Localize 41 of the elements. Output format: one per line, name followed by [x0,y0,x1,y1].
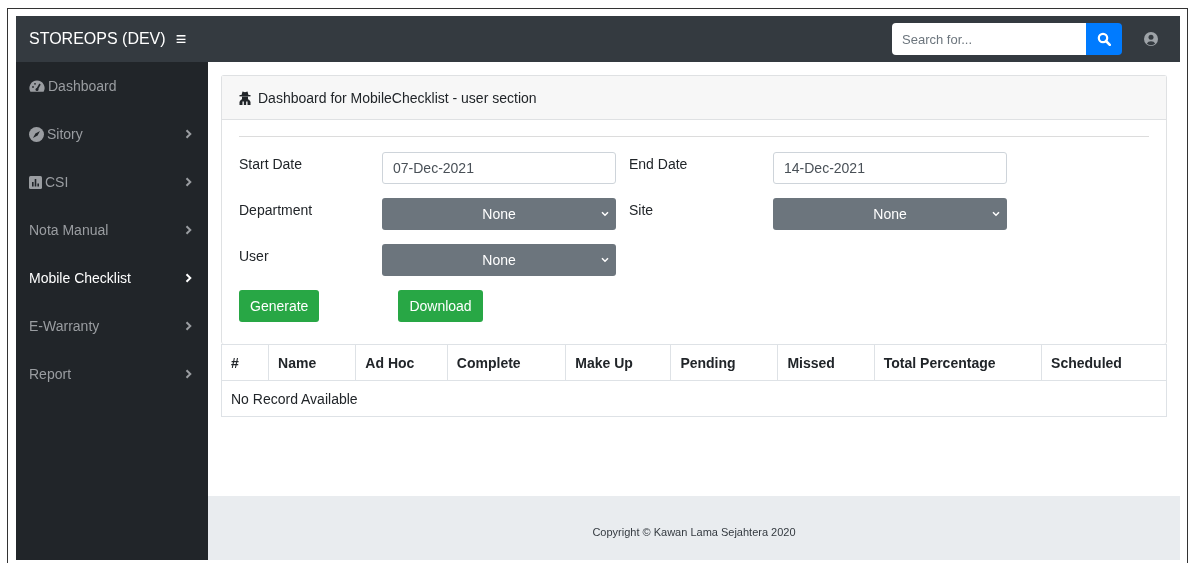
card-title: Dashboard for MobileChecklist - user section [258,89,537,106]
search-button[interactable] [1086,23,1122,55]
column-header: Ad Hoc [355,344,448,381]
chevron-down-icon [601,211,609,217]
sidebar-item[interactable]: Mobile Checklist [16,254,208,302]
column-header: Total Percentage [874,344,1042,381]
user-secret-icon [239,90,251,105]
column-header: Pending [670,344,778,381]
search-icon [1097,32,1111,46]
column-header: # [221,344,269,381]
field-label: User [239,247,270,266]
copyright-text: Copyright © Kawan Lama Sejahtera 2020 [592,526,796,538]
user-avatar-icon[interactable] [1144,32,1158,46]
field-label: End Date [628,155,689,174]
column-header: Complete [447,344,566,381]
chevron-down-icon [992,211,1000,217]
column-header: Make Up [565,344,671,381]
field-label: Start Date [239,155,304,174]
field-label: Department [239,201,314,220]
sidebar-item[interactable]: CSI [16,158,208,206]
chevron-down-icon [601,257,609,263]
sidebar-item[interactable]: Sitory [16,110,208,158]
sidebar-item[interactable]: E-Warranty [16,302,208,350]
date-field[interactable]: 07-Dec-2021 [382,152,616,184]
app-brand[interactable]: STOREOPS (DEV) [29,30,166,48]
dropdown[interactable]: None [773,198,1007,230]
empty-message: No Record Available [221,380,1167,417]
action-button[interactable]: Generate [239,290,320,322]
column-header: Name [268,344,356,381]
column-header: Scheduled [1041,344,1167,381]
dropdown[interactable]: None [382,198,616,230]
dropdown[interactable]: None [382,244,616,276]
column-header: Missed [777,344,875,381]
menu-button[interactable]: ≡ [173,28,189,50]
field-label: Site [628,201,655,220]
date-field[interactable]: 14-Dec-2021 [773,152,1007,184]
action-button[interactable]: Download [398,290,483,322]
search-field[interactable]: Search for... [892,23,1086,55]
sidebar-item[interactable]: Report [16,350,208,398]
sidebar-item[interactable]: Dashboard [16,62,208,110]
sidebar-item[interactable]: Nota Manual [16,206,208,254]
